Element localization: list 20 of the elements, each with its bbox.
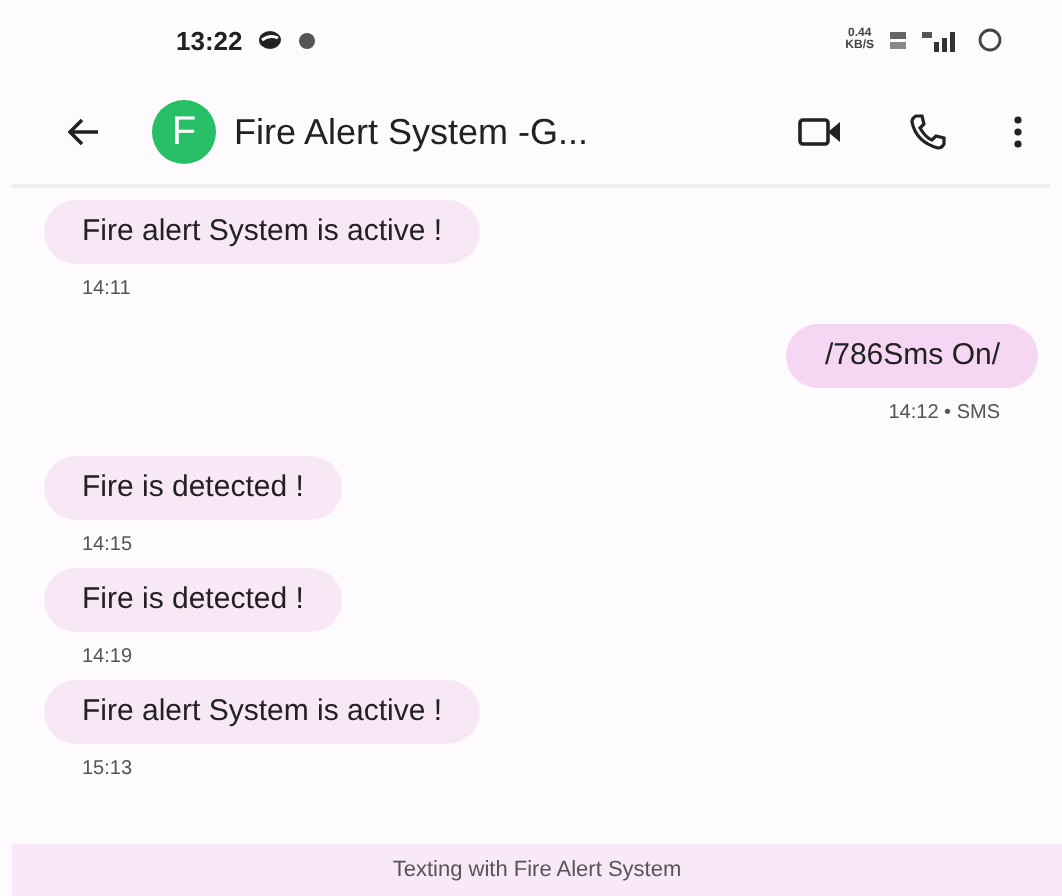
- message-bubble[interactable]: Fire alert System is active !: [44, 200, 481, 264]
- back-icon[interactable]: [68, 118, 100, 146]
- notification-dot-icon: [298, 31, 317, 49]
- message-time: 14:19: [82, 646, 133, 668]
- status-time: 13:22: [176, 25, 243, 55]
- phone-icon[interactable]: [910, 114, 946, 150]
- more-icon[interactable]: [1014, 116, 1022, 148]
- contact-avatar: F: [152, 100, 216, 164]
- message-time: 14:15: [82, 534, 133, 556]
- message-time: 14:12 • SMS: [888, 402, 1000, 424]
- message-time: 15:13: [82, 758, 133, 780]
- message-bubble[interactable]: Fire is detected !: [44, 568, 342, 632]
- video-call-icon[interactable]: [798, 118, 842, 146]
- message-time: 14:11: [82, 278, 131, 300]
- conversation-footer: Texting with Fire Alert System: [12, 844, 1062, 896]
- message-bubble[interactable]: Fire alert System is active !: [44, 680, 481, 744]
- message-bubble[interactable]: /786Sms On/: [786, 324, 1038, 388]
- conversation-title: Fire Alert System -G...: [234, 111, 589, 153]
- message-bubble[interactable]: Fire is detected !: [44, 456, 342, 520]
- app-status-icon: [258, 30, 283, 50]
